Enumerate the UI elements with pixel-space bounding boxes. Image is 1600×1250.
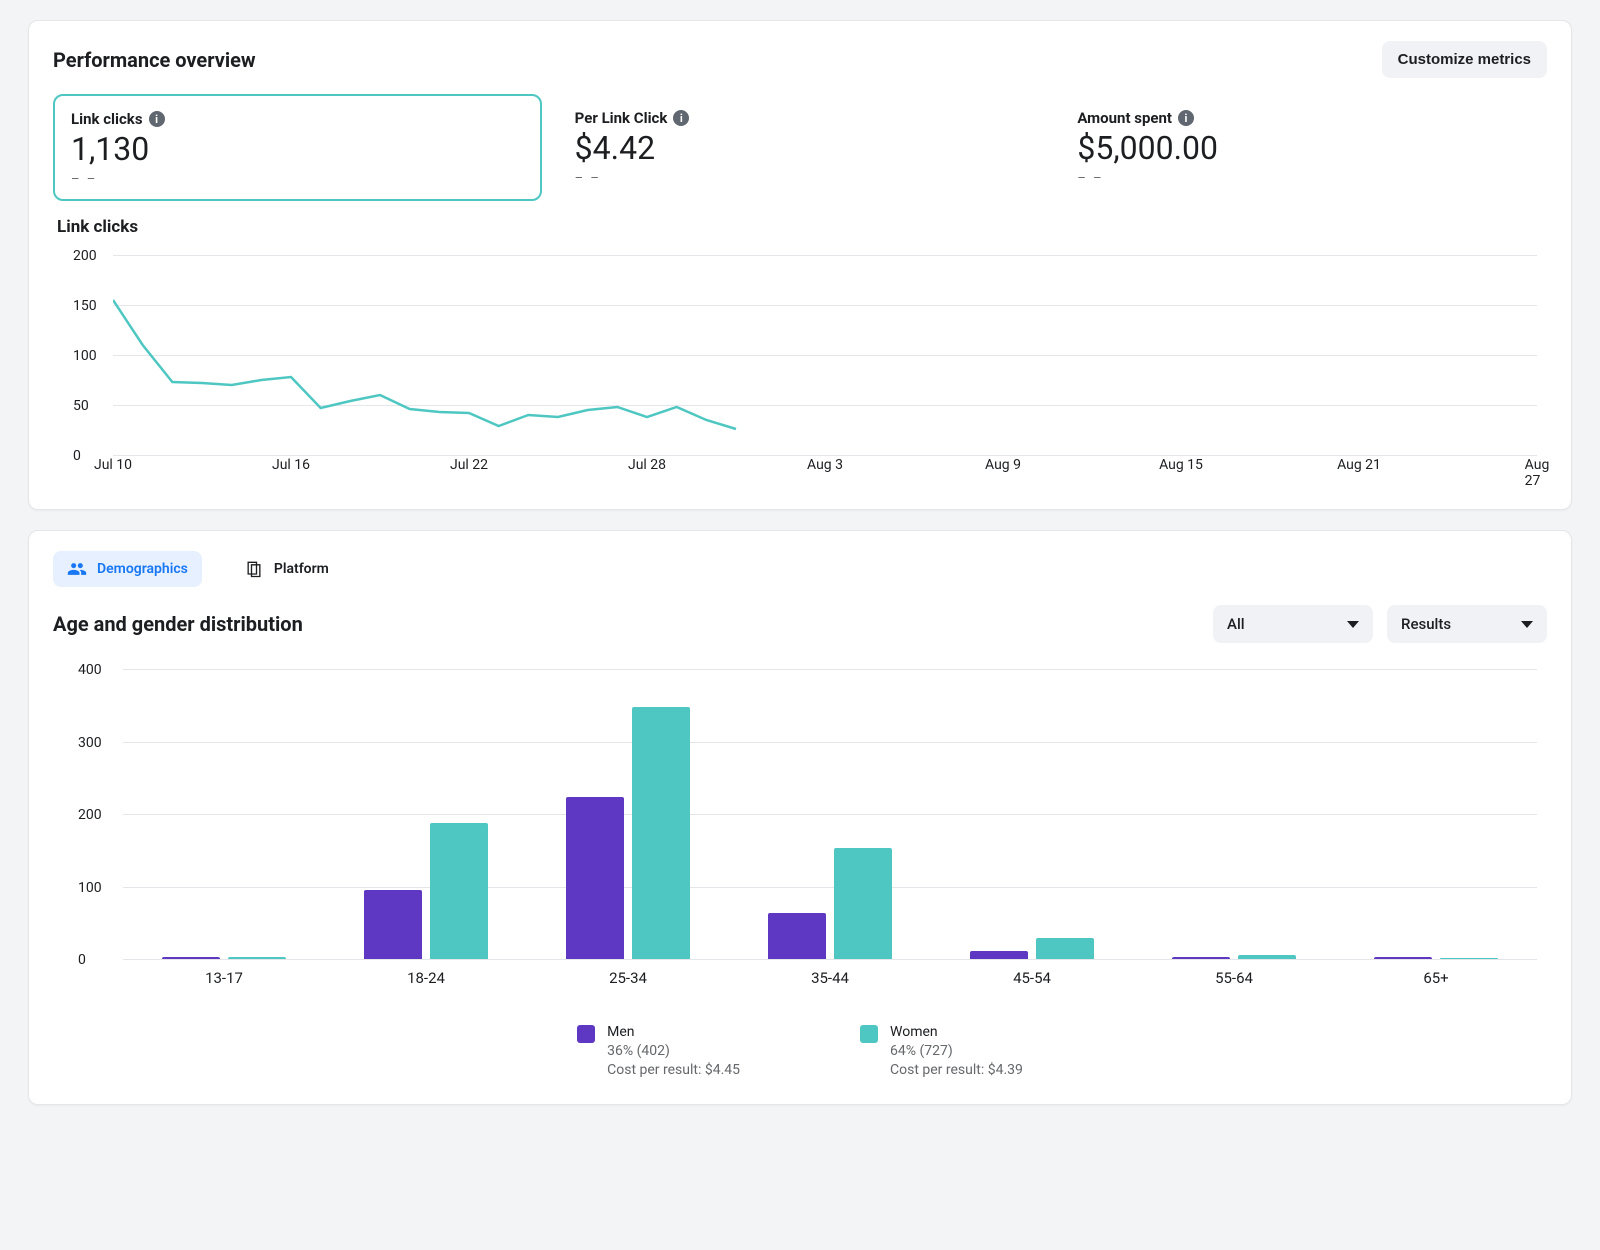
bar-women: [1440, 958, 1498, 959]
bar-women: [632, 707, 690, 959]
demographics-tabs: Demographics Platform: [53, 551, 1547, 587]
x-axis-tick: 18-24: [407, 969, 445, 987]
metric-cards-row: Link clicks i 1,130 – – Per Link Click i…: [53, 94, 1547, 201]
demographics-heading: Age and gender distribution: [53, 612, 303, 636]
tab-label: Demographics: [97, 561, 188, 577]
legend-women: Women 64% (727) Cost per result: $4.39: [860, 1023, 1023, 1080]
select-value: Results: [1401, 615, 1451, 633]
x-axis-tick: 45-54: [1013, 969, 1051, 987]
bar-women: [1238, 955, 1296, 959]
x-axis-tick: Aug 15: [1159, 457, 1203, 473]
metric-label: Link clicks: [71, 110, 143, 128]
chevron-down-icon: [1347, 621, 1359, 628]
legend-cpr: Cost per result: $4.45: [607, 1061, 740, 1080]
bar-women: [834, 848, 892, 959]
x-axis-tick: 35-44: [811, 969, 849, 987]
tab-platform[interactable]: Platform: [230, 551, 343, 587]
x-axis-tick: Jul 28: [628, 457, 666, 473]
link-clicks-line-chart: 0 50 100 150 200 Jul 10 Jul 16 Jul 22 Jul 28 Aug…: [53, 245, 1547, 485]
metric-label: Per Link Click: [575, 109, 668, 127]
select-value: All: [1227, 615, 1245, 633]
bar-group: 45-54: [931, 669, 1133, 959]
legend-men: Men 36% (402) Cost per result: $4.45: [577, 1023, 740, 1080]
bar-men: [162, 957, 220, 959]
line-chart-title: Link clicks: [57, 217, 1547, 237]
metric-value: 1,130: [71, 130, 524, 168]
performance-title: Performance overview: [53, 48, 256, 72]
x-axis-tick: 13-17: [205, 969, 243, 987]
metric-link-clicks[interactable]: Link clicks i 1,130 – –: [53, 94, 542, 201]
y-axis-tick: 400: [78, 662, 102, 678]
metric-value: $4.42: [575, 129, 1028, 167]
people-icon: [67, 559, 87, 579]
age-gender-bar-chart: 0 100 200 300 400 13-1718-2425-3435-4445-545…: [53, 659, 1547, 979]
x-axis-tick: Aug 27: [1525, 457, 1550, 489]
swatch-men: [577, 1025, 595, 1043]
platform-icon: [244, 559, 264, 579]
legend-share: 36% (402): [607, 1042, 740, 1061]
info-icon[interactable]: i: [149, 111, 165, 127]
bar-women: [228, 957, 286, 959]
bar-men: [1172, 957, 1230, 959]
tab-demographics[interactable]: Demographics: [53, 551, 202, 587]
customize-metrics-button[interactable]: Customize metrics: [1382, 41, 1547, 78]
legend-label: Women: [890, 1023, 1023, 1042]
y-axis-tick: 300: [78, 735, 102, 751]
legend-cpr: Cost per result: $4.39: [890, 1061, 1023, 1080]
metric-subtext: – –: [1077, 171, 1530, 186]
y-axis-tick: 0: [78, 952, 86, 968]
bar-group: 65+: [1335, 669, 1537, 959]
bar-group: 18-24: [325, 669, 527, 959]
bar-men: [566, 797, 624, 959]
bar-women: [1036, 938, 1094, 959]
metric-value: $5,000.00: [1077, 129, 1530, 167]
x-axis-tick: 65+: [1423, 969, 1448, 987]
y-axis-tick: 100: [78, 880, 102, 896]
filter-results-select[interactable]: Results: [1387, 605, 1547, 643]
y-axis-tick: 200: [73, 248, 97, 264]
bar-group: 13-17: [123, 669, 325, 959]
x-axis-tick: Aug 21: [1337, 457, 1381, 473]
metric-amount-spent[interactable]: Amount spent i $5,000.00 – –: [1060, 94, 1547, 201]
y-axis-tick: 100: [73, 348, 97, 364]
y-axis-tick: 0: [73, 448, 81, 464]
bar-women: [430, 823, 488, 959]
x-axis-tick: Aug 3: [807, 457, 843, 473]
bar-chart-legend: Men 36% (402) Cost per result: $4.45 Wom…: [53, 1023, 1547, 1080]
x-axis-tick: 25-34: [609, 969, 647, 987]
x-axis-tick: Jul 10: [94, 457, 132, 473]
chevron-down-icon: [1521, 621, 1533, 628]
metric-subtext: – –: [575, 171, 1028, 186]
bar-men: [768, 913, 826, 959]
metric-label: Amount spent: [1077, 109, 1172, 127]
info-icon[interactable]: i: [673, 110, 689, 126]
bar-men: [364, 890, 422, 959]
y-axis-tick: 150: [73, 298, 97, 314]
filter-all-select[interactable]: All: [1213, 605, 1373, 643]
x-axis-tick: Jul 16: [272, 457, 310, 473]
y-axis-tick: 200: [78, 807, 102, 823]
legend-label: Men: [607, 1023, 740, 1042]
x-axis-tick: Aug 9: [985, 457, 1021, 473]
legend-share: 64% (727): [890, 1042, 1023, 1061]
bar-men: [970, 951, 1028, 959]
info-icon[interactable]: i: [1178, 110, 1194, 126]
bar-men: [1374, 957, 1432, 959]
bar-group: 25-34: [527, 669, 729, 959]
x-axis-tick: Jul 22: [450, 457, 488, 473]
y-axis-tick: 50: [73, 398, 89, 414]
bar-group: 55-64: [1133, 669, 1335, 959]
swatch-women: [860, 1025, 878, 1043]
metric-per-link-click[interactable]: Per Link Click i $4.42 – –: [558, 94, 1045, 201]
metric-subtext: – –: [71, 172, 524, 187]
performance-overview-card: Performance overview Customize metrics L…: [28, 20, 1572, 510]
demographics-card: Demographics Platform Age and gender dis…: [28, 530, 1572, 1105]
x-axis-tick: 55-64: [1215, 969, 1253, 987]
tab-label: Platform: [274, 561, 329, 577]
bar-group: 35-44: [729, 669, 931, 959]
